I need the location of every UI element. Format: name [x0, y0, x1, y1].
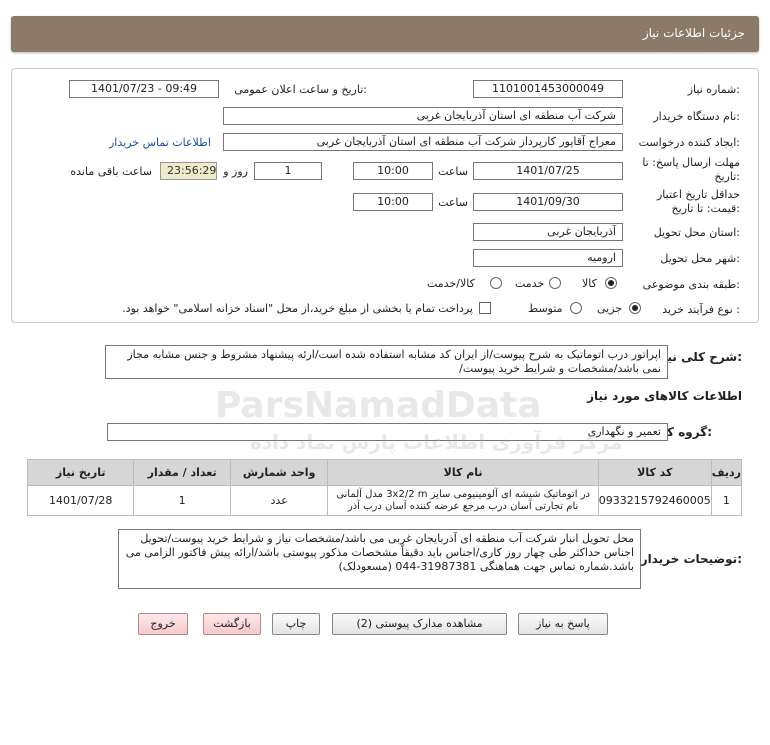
page-title: جزئیات اطلاعات نیاز [642, 26, 745, 40]
days-field: 1 [254, 162, 322, 180]
city-label: شهر محل تحویل: [660, 252, 740, 265]
process-radio-minor[interactable] [629, 302, 641, 314]
table-row: 1 0933215792460005 در اتوماتیک شیشه ای آ… [26, 485, 743, 516]
validity-time-label: ساعت [438, 196, 468, 209]
reply-button[interactable]: پاسخ به نیاز [518, 613, 608, 635]
cell-unit: عدد [229, 485, 329, 516]
cell-code: 0933215792460005 [597, 485, 712, 516]
col-name: نام کالا [327, 459, 599, 486]
cell-qty: 1 [133, 485, 231, 516]
province-field: آذربایجان غربی [473, 223, 623, 241]
treasury-payment-note: پرداخت تمام یا بخشی از مبلغ خرید،از محل … [122, 302, 473, 315]
col-code: کد کالا [597, 459, 712, 486]
validity-time-field: 10:00 [353, 193, 433, 211]
validity-label: حداقل تاریخ اعتبار قیمت: تا تاریخ: [656, 188, 740, 215]
deadline-date-field: 1401/07/25 [473, 162, 623, 180]
buyer-notes-label: توضیحات خریدار: [640, 552, 742, 566]
process-option-medium: متوسط [528, 302, 563, 315]
goods-group-field: تعمیر و نگهداری [107, 423, 668, 441]
need-number-label: شماره نیاز: [687, 83, 740, 96]
back-button[interactable]: بازگشت [203, 613, 261, 635]
buyer-contact-link[interactable]: اطلاعات تماس خریدار [109, 136, 211, 149]
page-header: جزئیات اطلاعات نیاز [11, 16, 759, 52]
category-option-goods: کالا [582, 277, 597, 290]
col-row: ردیف [710, 459, 743, 486]
remaining-timer: 23:56:29 [160, 162, 217, 180]
days-label: روز و [223, 165, 248, 178]
city-field: ارومیه [473, 249, 623, 267]
buyer-notes-text: محل تحویل انبار شرکت آب منطقه ای آذربایج… [118, 529, 641, 589]
process-radio-medium[interactable] [570, 302, 582, 314]
deadline-time-label: ساعت [438, 165, 468, 178]
validity-date-field: 1401/09/30 [473, 193, 623, 211]
exit-button[interactable]: خروج [138, 613, 188, 635]
col-qty: تعداد / مقدار [133, 459, 231, 486]
goods-info-title: اطلاعات کالاهای مورد نیاز [587, 389, 742, 403]
cell-date: 1401/07/28 [26, 485, 135, 516]
province-label: استان محل تحویل: [653, 226, 740, 239]
deadline-time-field: 10:00 [353, 162, 433, 180]
print-button[interactable]: چاپ [272, 613, 320, 635]
need-number-field: 1101001453000049 [473, 80, 623, 98]
col-date: تاریخ نیاز [26, 459, 135, 486]
view-attachments-button[interactable]: مشاهده مدارک پیوستی (2) [332, 613, 507, 635]
buyer-field: شرکت آب منطقه ای استان آذربایجان غربی [223, 107, 623, 125]
category-option-goods-service: کالا/خدمت [427, 277, 475, 290]
remaining-label: ساعت باقی مانده [70, 165, 152, 178]
treasury-payment-checkbox[interactable] [479, 302, 491, 314]
process-option-minor: جزیی [597, 302, 623, 315]
category-radio-goods-service[interactable] [490, 277, 502, 289]
cell-name: در اتوماتیک شیشه ای آلومینیومی سایز 3x2/… [327, 485, 599, 516]
creator-label: ایجاد کننده درخواست: [638, 136, 740, 149]
table-header-row: ردیف کد کالا نام کالا واحد شمارش تعداد /… [26, 459, 743, 486]
category-option-service: خدمت [515, 277, 545, 290]
category-radio-goods[interactable] [605, 277, 617, 289]
process-label: نوع فرآیند خرید : [662, 303, 740, 316]
category-radio-service[interactable] [549, 277, 561, 289]
watermark-brand: ParsNamadData [215, 385, 542, 426]
items-table: ردیف کد کالا نام کالا واحد شمارش تعداد /… [26, 459, 743, 516]
category-label: طبقه بندی موضوعی: [642, 278, 740, 291]
summary-label: شرح کلی نیاز: [656, 350, 742, 364]
deadline-label: مهلت ارسال پاسخ: تا تاریخ: [642, 156, 740, 183]
announce-field: 1401/07/23 - 09:49 [69, 80, 219, 98]
announce-label: تاریخ و ساعت اعلان عمومی: [234, 83, 367, 96]
summary-text: اپراتور درب اتوماتیک به شرح پیوست/از ایر… [105, 345, 668, 379]
buyer-label: نام دستگاه خریدار: [653, 110, 740, 123]
cell-row: 1 [710, 485, 743, 516]
col-unit: واحد شمارش [229, 459, 329, 486]
creator-field: معراج آقاپور کارپرداز شرکت آب منطقه ای ا… [223, 133, 623, 151]
